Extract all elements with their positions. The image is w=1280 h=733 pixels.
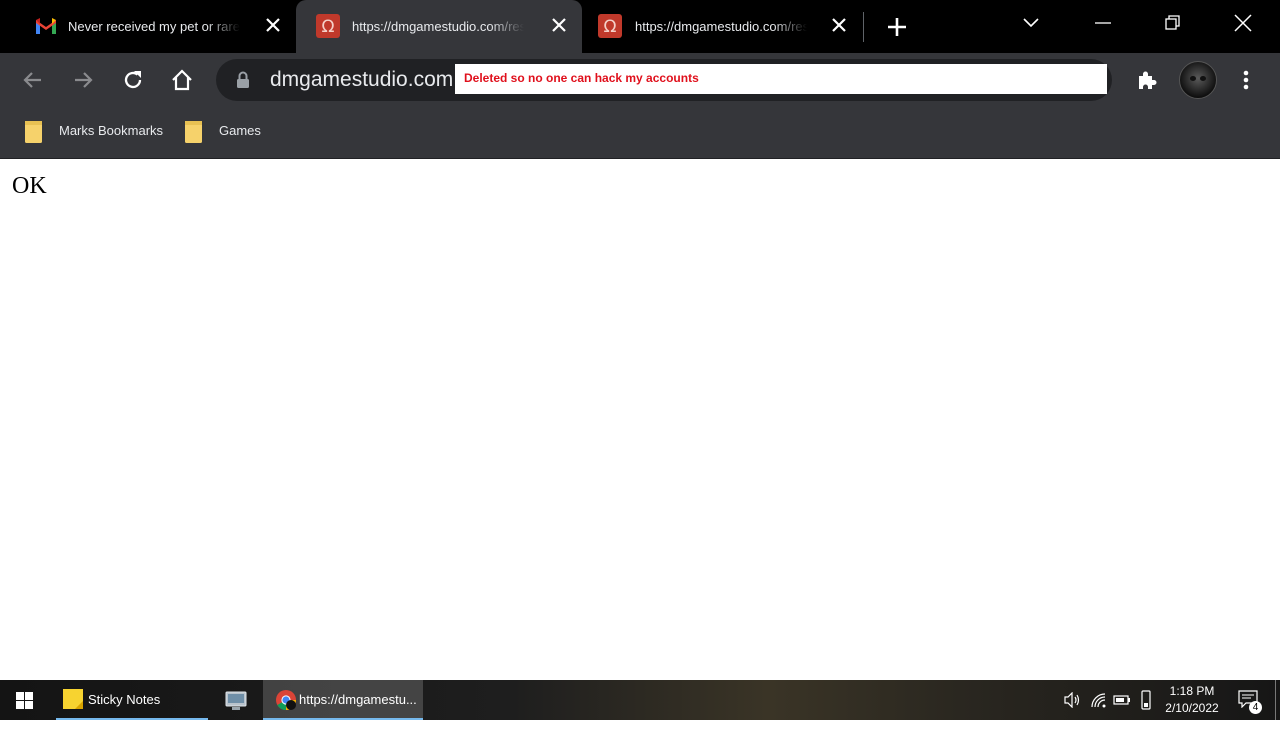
clock-date: 2/10/2022 — [1165, 701, 1219, 715]
close-icon[interactable] — [552, 18, 566, 32]
taskbar-chrome[interactable]: https://dmgamestu... — [263, 680, 423, 720]
omega-icon: Ω — [598, 14, 622, 38]
windows-logo-icon — [16, 692, 33, 709]
minimize-icon[interactable] — [1068, 0, 1138, 46]
tab-dmgamestudio-active[interactable]: Ω https://dmgamestudio.com/reset — [296, 0, 582, 53]
tab-separator — [863, 12, 864, 42]
arrow-left-icon — [23, 72, 41, 88]
bookmarks-bar: Marks Bookmarks Games — [0, 106, 1280, 159]
tab-title: https://dmgamestudio.com/reset — [635, 19, 807, 34]
tab-dmgamestudio[interactable]: Ω https://dmgamestudio.com/reset — [582, 0, 862, 53]
restore-icon[interactable] — [1138, 0, 1208, 46]
volume-icon[interactable] — [1064, 692, 1082, 732]
notification-count-badge: 4 — [1249, 701, 1262, 714]
bookmark-marks-bookmarks[interactable]: Marks Bookmarks — [24, 118, 164, 144]
battery-icon[interactable] — [1113, 693, 1131, 733]
kebab-menu-icon — [1243, 70, 1249, 90]
tab-title: https://dmgamestudio.com/reset — [352, 19, 524, 34]
taskbar-app-label: https://dmgamestu... — [299, 692, 417, 707]
tab-gmail[interactable]: Never received my pet or rare skin — [14, 0, 296, 53]
redaction-overlay: Deleted so no one can hack my accounts — [455, 64, 1107, 94]
menu-button[interactable] — [1228, 62, 1264, 98]
lock-icon[interactable] — [236, 71, 250, 89]
bookmark-games[interactable]: Games — [184, 118, 264, 144]
url-text[interactable]: dmgamestudio.com — [270, 67, 453, 93]
redaction-note: Deleted so no one can hack my accounts — [464, 71, 699, 85]
browser-toolbar: dmgamestudio.com Deleted so no one can h… — [0, 53, 1280, 106]
close-icon[interactable] — [832, 18, 846, 32]
gmail-icon — [34, 14, 58, 38]
system-clock[interactable]: 1:18 PM 2/10/2022 — [1150, 683, 1234, 717]
address-bar[interactable]: dmgamestudio.com Deleted so no one can h… — [216, 59, 1112, 101]
control-panel-icon — [225, 689, 247, 711]
home-button[interactable] — [164, 62, 200, 98]
page-content: OK — [0, 159, 1280, 680]
folder-icon — [184, 120, 204, 144]
new-tab-plus-icon[interactable] — [886, 16, 908, 38]
folder-icon — [24, 120, 44, 144]
reload-button[interactable] — [115, 62, 151, 98]
bookmark-label: Games — [219, 123, 261, 138]
arrow-right-icon — [75, 72, 93, 88]
wifi-icon[interactable] — [1090, 692, 1108, 732]
svg-text:Ω: Ω — [604, 17, 617, 37]
bookmark-label: Marks Bookmarks — [59, 123, 164, 138]
reload-icon — [124, 71, 142, 89]
puzzle-piece-icon — [1139, 71, 1157, 89]
taskbar-control-panel[interactable] — [216, 680, 256, 720]
taskbar-sticky-notes[interactable]: Sticky Notes — [56, 680, 208, 720]
taskbar-app-label: Sticky Notes — [88, 692, 161, 707]
show-desktop-button[interactable] — [1275, 680, 1280, 720]
clock-time: 1:18 PM — [1169, 684, 1215, 698]
omega-icon: Ω — [316, 14, 340, 38]
start-button[interactable] — [0, 680, 48, 720]
page-body-text: OK — [12, 173, 47, 199]
forward-button[interactable] — [65, 62, 101, 98]
sticky-notes-icon — [63, 689, 83, 709]
home-icon — [172, 69, 192, 91]
extensions-button[interactable] — [1129, 62, 1165, 98]
back-button[interactable] — [15, 62, 51, 98]
svg-text:Ω: Ω — [322, 17, 335, 37]
tab-title: Never received my pet or rare skin — [68, 19, 240, 34]
tab-search-chevron-down-icon[interactable] — [996, 0, 1066, 46]
chrome-icon — [275, 689, 297, 711]
window-close-icon[interactable] — [1208, 0, 1278, 46]
tab-strip: Never received my pet or rare skin Ω htt… — [0, 0, 1280, 53]
close-icon[interactable] — [266, 18, 280, 32]
windows-taskbar: Sticky Notes https://dmgamestu... 1:18 P… — [0, 680, 1280, 720]
profile-avatar[interactable] — [1179, 61, 1217, 99]
